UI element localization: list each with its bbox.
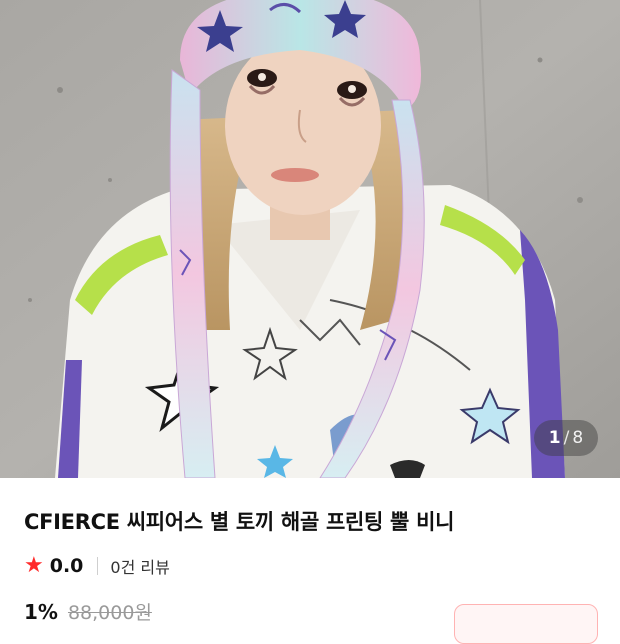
- discount-rate: 1%: [24, 600, 58, 624]
- rating-divider: [97, 557, 99, 575]
- product-photo: [0, 0, 620, 478]
- product-title: CFIERCE 씨피어스 별 토끼 해골 프린팅 뿔 비니: [24, 510, 455, 534]
- rating-score: 0.0: [49, 555, 84, 577]
- image-counter-current: 1: [548, 428, 561, 448]
- rating-summary[interactable]: ★ 0.0 0건 리뷰: [24, 552, 170, 580]
- coupon-button[interactable]: [454, 604, 598, 644]
- review-count-link[interactable]: 0건 리뷰: [110, 554, 169, 578]
- star-icon: ★: [24, 553, 44, 578]
- product-image-carousel[interactable]: 1 / 8: [0, 0, 620, 478]
- image-counter-total: 8: [572, 428, 584, 448]
- image-counter-separator: /: [563, 428, 570, 448]
- price-row: 1% 88,000원: [24, 598, 152, 625]
- original-price: 88,000원: [67, 602, 152, 624]
- image-counter: 1 / 8: [534, 420, 598, 456]
